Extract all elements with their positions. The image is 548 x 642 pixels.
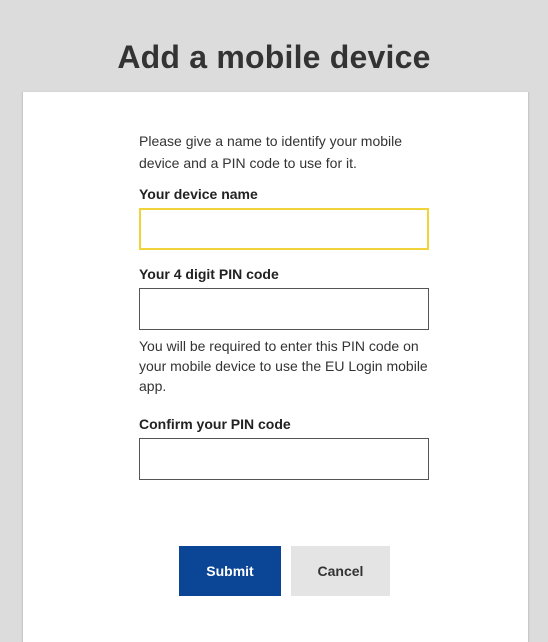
form-card: Please give a name to identify your mobi… [22,92,529,642]
confirm-pin-label: Confirm your PIN code [139,416,291,432]
cancel-button[interactable]: Cancel [291,546,390,596]
page-title: Add a mobile device [117,39,431,76]
pin-help-text: You will be required to enter this PIN c… [139,338,428,394]
device-form: Please give a name to identify your mobi… [139,130,439,480]
device-name-input[interactable] [139,208,429,250]
device-name-label: Your device name [139,186,258,202]
pin-code-input[interactable] [139,288,429,330]
confirm-pin-input[interactable] [139,438,429,480]
form-actions: Submit Cancel [179,546,419,596]
pin-code-label: Your 4 digit PIN code [139,266,279,282]
page: Add a mobile device Please give a name t… [0,0,548,642]
intro-text: Please give a name to identify your mobi… [139,133,403,171]
submit-button[interactable]: Submit [179,546,281,596]
